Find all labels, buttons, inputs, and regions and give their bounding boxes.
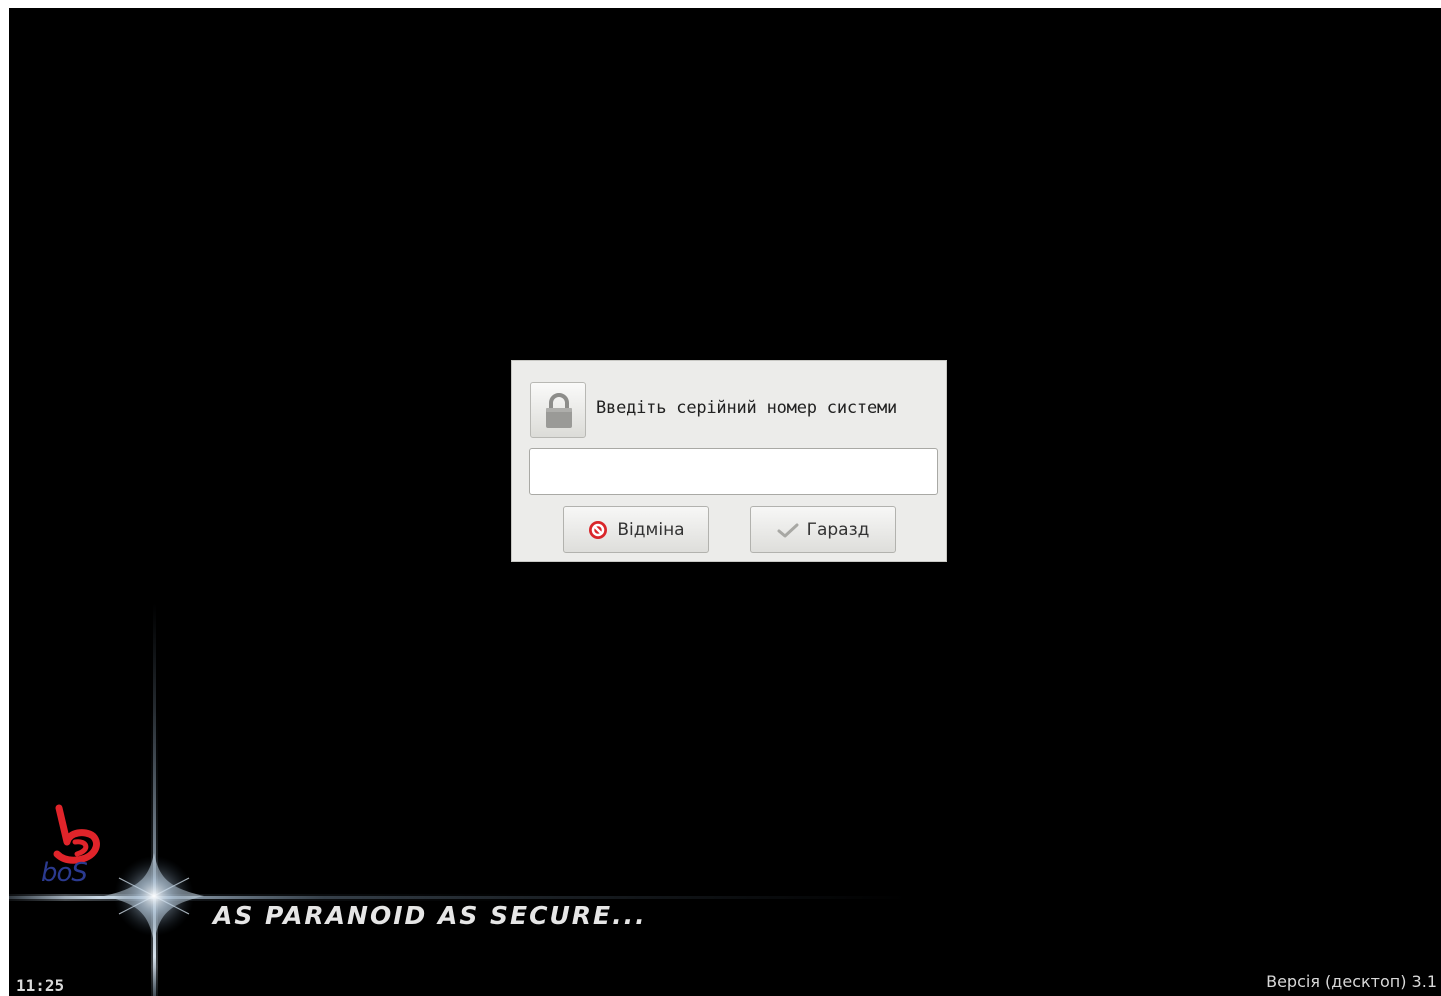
checkmark-icon — [777, 519, 799, 541]
dialog-prompt: Введіть серійний номер системи — [596, 398, 898, 418]
cancel-button[interactable]: Відміна — [563, 506, 709, 553]
serial-number-dialog: Введіть серійний номер системи Відміна Г… — [511, 360, 947, 562]
svg-text:boS: boS — [41, 858, 87, 884]
no-entry-icon — [587, 519, 609, 541]
clock: 11:25 — [16, 976, 65, 995]
ok-button[interactable]: Гаразд — [750, 506, 896, 553]
login-screen: boS AS PARANOID AS SECURE... 11:25 Версі… — [9, 8, 1441, 996]
slogan-text: AS PARANOID AS SECURE... — [213, 901, 647, 930]
lock-icon — [530, 382, 586, 438]
version-label: Версія (десктоп) 3.1 — [1266, 972, 1437, 991]
serial-number-input[interactable] — [529, 448, 938, 495]
bos-logo: boS — [41, 804, 100, 884]
cancel-button-label: Відміна — [617, 519, 685, 540]
ok-button-label: Гаразд — [806, 519, 870, 540]
